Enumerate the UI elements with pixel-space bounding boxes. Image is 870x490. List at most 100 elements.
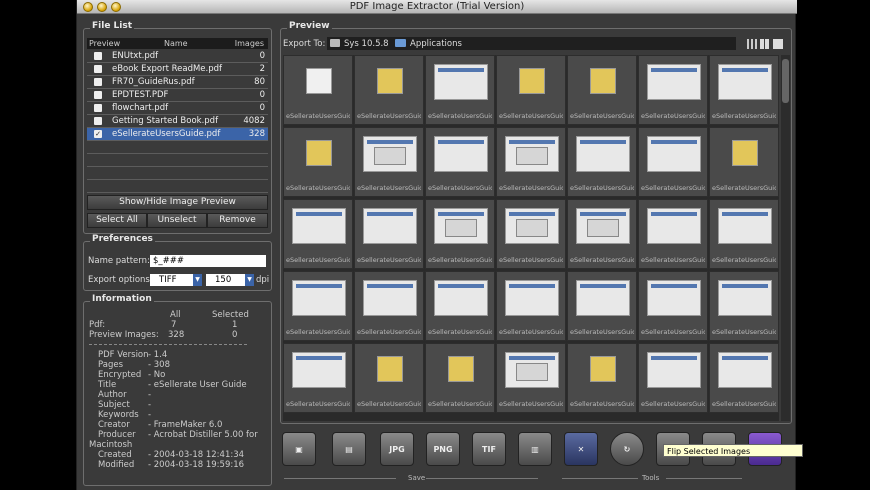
thumbnail-cell[interactable]: eSellerateUsersGuide_ — [354, 271, 424, 341]
thumbnail-cell[interactable]: eSellerateUsersGuide_ — [638, 343, 708, 413]
unselect-button[interactable]: Unselect — [147, 213, 207, 228]
thumbnail-cell[interactable]: eSellerateUsersGuide_ — [354, 199, 424, 269]
drive-label[interactable]: Sys 10.5.8 — [344, 39, 389, 49]
file-checkbox[interactable] — [94, 78, 102, 86]
tools-icon[interactable]: ✕ — [564, 432, 598, 466]
stack-icon[interactable]: ▥ — [518, 432, 552, 466]
thumbnail-cell[interactable]: eSellerateUsersGuide_ — [638, 199, 708, 269]
file-row[interactable]: EPDTEST.PDF 0 — [87, 89, 268, 102]
thumbnail-cell[interactable]: eSellerateUsersGuide_ — [425, 55, 495, 125]
grid-small-icon[interactable] — [747, 39, 757, 49]
thumbnail-caption: eSellerateUsersGuide_ — [499, 400, 563, 408]
png-button[interactable]: PNG — [426, 432, 460, 466]
grid-medium-icon[interactable] — [760, 39, 770, 49]
note-icon — [590, 356, 616, 382]
window-thumbnail — [292, 352, 346, 388]
file-checkbox[interactable] — [94, 104, 102, 112]
info-pdf-selected: 1 — [232, 320, 238, 330]
thumbnail-cell[interactable]: eSellerateUsersGuide_ — [709, 55, 779, 125]
file-checkbox[interactable] — [94, 65, 102, 73]
information-title: Information — [90, 294, 154, 304]
file-checkbox[interactable] — [94, 117, 102, 125]
thumbnail-caption: eSellerateUsersGuide_ — [428, 400, 492, 408]
thumbnail-cell[interactable]: eSellerateUsersGuide_ — [496, 55, 566, 125]
grid-large-icon[interactable] — [773, 39, 783, 49]
thumbnail-cell[interactable]: eSellerateUsersGuide_ — [709, 271, 779, 341]
thumbnail-cell[interactable]: eSellerateUsersGuide_ — [709, 127, 779, 197]
window-thumbnail — [434, 64, 488, 100]
preview-scrollbar[interactable] — [781, 55, 790, 421]
rotate-icon[interactable]: ↻ — [610, 432, 644, 466]
thumbnail-grid[interactable]: eSellerateUsersGuide_ eSellerateUsersGuid… — [283, 55, 779, 421]
file-row[interactable]: FR70_GuideRus.pdf 80 — [87, 76, 268, 89]
window-bar — [509, 356, 555, 360]
thumbnail-cell[interactable]: eSellerateUsersGuide_ — [425, 343, 495, 413]
thumbnail-cell[interactable]: eSellerateUsersGuide_ — [354, 127, 424, 197]
file-row[interactable]: eBook Export ReadMe.pdf 2 — [87, 63, 268, 76]
file-checkbox[interactable] — [94, 52, 102, 60]
thumbnail-cell[interactable]: eSellerateUsersGuide_ — [496, 343, 566, 413]
name-pattern-field[interactable]: $_### — [150, 255, 266, 267]
thumbnail-cell[interactable]: eSellerateUsersGuide_ — [709, 199, 779, 269]
window-bar — [509, 140, 555, 144]
title-bar: PDF Image Extractor (Trial Version) — [77, 0, 797, 14]
thumbnail-cell[interactable]: eSellerateUsersGuide_ — [496, 199, 566, 269]
export-path-control[interactable]: Sys 10.5.8 Applications — [327, 37, 736, 50]
thumbnail-cell[interactable]: eSellerateUsersGuide_ — [425, 199, 495, 269]
select-all-button[interactable]: Select All — [87, 213, 147, 228]
thumbnail-cell[interactable]: eSellerateUsersGuide_ — [567, 127, 637, 197]
window-bar — [722, 212, 768, 216]
dpi-select[interactable]: 150 ▼ — [206, 274, 254, 286]
thumbnail-caption: eSellerateUsersGuide_ — [641, 184, 705, 192]
file-checkbox[interactable]: ✓ — [94, 130, 102, 138]
thumbnail-cell[interactable]: eSellerateUsersGuide_ — [567, 271, 637, 341]
file-row[interactable]: ✓ eSellerateUsersGuide.pdf 328 — [87, 128, 268, 141]
thumbnail-cell[interactable]: eSellerateUsersGuide_ — [283, 199, 353, 269]
file-row[interactable]: flowchart.pdf 0 — [87, 102, 268, 115]
save-image-icon[interactable]: ▣ — [282, 432, 316, 466]
tools-section-line-left — [562, 478, 638, 479]
file-row[interactable]: Getting Started Book.pdf 4082 — [87, 115, 268, 128]
tooltip: Flip Selected Images — [663, 444, 803, 457]
dialog-box — [516, 363, 548, 381]
scrollbar-thumb[interactable] — [782, 59, 789, 103]
window-bar — [367, 212, 413, 216]
window-bar — [367, 284, 413, 288]
meta-value: - 308 — [148, 360, 170, 370]
file-checkbox[interactable] — [94, 91, 102, 99]
file-list-title: File List — [90, 21, 135, 31]
thumbnail-cell[interactable]: eSellerateUsersGuide_ — [425, 127, 495, 197]
thumbnail-cell[interactable]: eSellerateUsersGuide_ — [567, 343, 637, 413]
thumbnail-cell[interactable]: eSellerateUsersGuide_ — [638, 271, 708, 341]
thumbnail-cell[interactable]: eSellerateUsersGuide_ — [638, 55, 708, 125]
thumbnail-cell[interactable]: eSellerateUsersGuide_ — [496, 271, 566, 341]
format-select[interactable]: TIFF ▼ — [150, 274, 202, 286]
file-row[interactable]: ENUtxt.pdf 0 — [87, 50, 268, 63]
thumbnail-cell[interactable]: eSellerateUsersGuide_ — [354, 55, 424, 125]
thumbnail-cell[interactable]: eSellerateUsersGuide_ — [638, 127, 708, 197]
folder-label[interactable]: Applications — [410, 39, 462, 49]
thumbnail-cell[interactable]: eSellerateUsersGuide_ — [283, 55, 353, 125]
dialog-thumbnail — [576, 208, 630, 244]
info-preview-all: 328 — [168, 330, 185, 340]
thumbnail-cell[interactable]: eSellerateUsersGuide_ — [425, 271, 495, 341]
thumbnail-cell[interactable]: eSellerateUsersGuide_ — [567, 199, 637, 269]
col-name-header[interactable]: Name — [164, 39, 188, 48]
window-thumbnail — [647, 64, 701, 100]
thumbnail-cell[interactable]: eSellerateUsersGuide_ — [709, 343, 779, 413]
thumbnail-cell[interactable]: eSellerateUsersGuide_ — [567, 55, 637, 125]
thumbnail-cell[interactable]: eSellerateUsersGuide_ — [496, 127, 566, 197]
thumbnail-caption: eSellerateUsersGuide_ — [428, 184, 492, 192]
dialog-thumbnail — [505, 208, 559, 244]
thumbnail-cell[interactable]: eSellerateUsersGuide_ — [354, 343, 424, 413]
col-preview-header[interactable]: Preview — [89, 39, 120, 48]
remove-button[interactable]: Remove — [207, 213, 268, 228]
thumbnail-cell[interactable]: eSellerateUsersGuide_ — [283, 127, 353, 197]
save-multiple-icon[interactable]: ▤ — [332, 432, 366, 466]
show-hide-preview-button[interactable]: Show/Hide Image Preview — [87, 195, 268, 210]
col-images-header[interactable]: Images — [235, 39, 264, 48]
jpg-button[interactable]: JPG — [380, 432, 414, 466]
thumbnail-cell[interactable]: eSellerateUsersGuide_ — [283, 271, 353, 341]
thumbnail-cell[interactable]: eSellerateUsersGuide_ — [283, 343, 353, 413]
tif-button[interactable]: TIF — [472, 432, 506, 466]
